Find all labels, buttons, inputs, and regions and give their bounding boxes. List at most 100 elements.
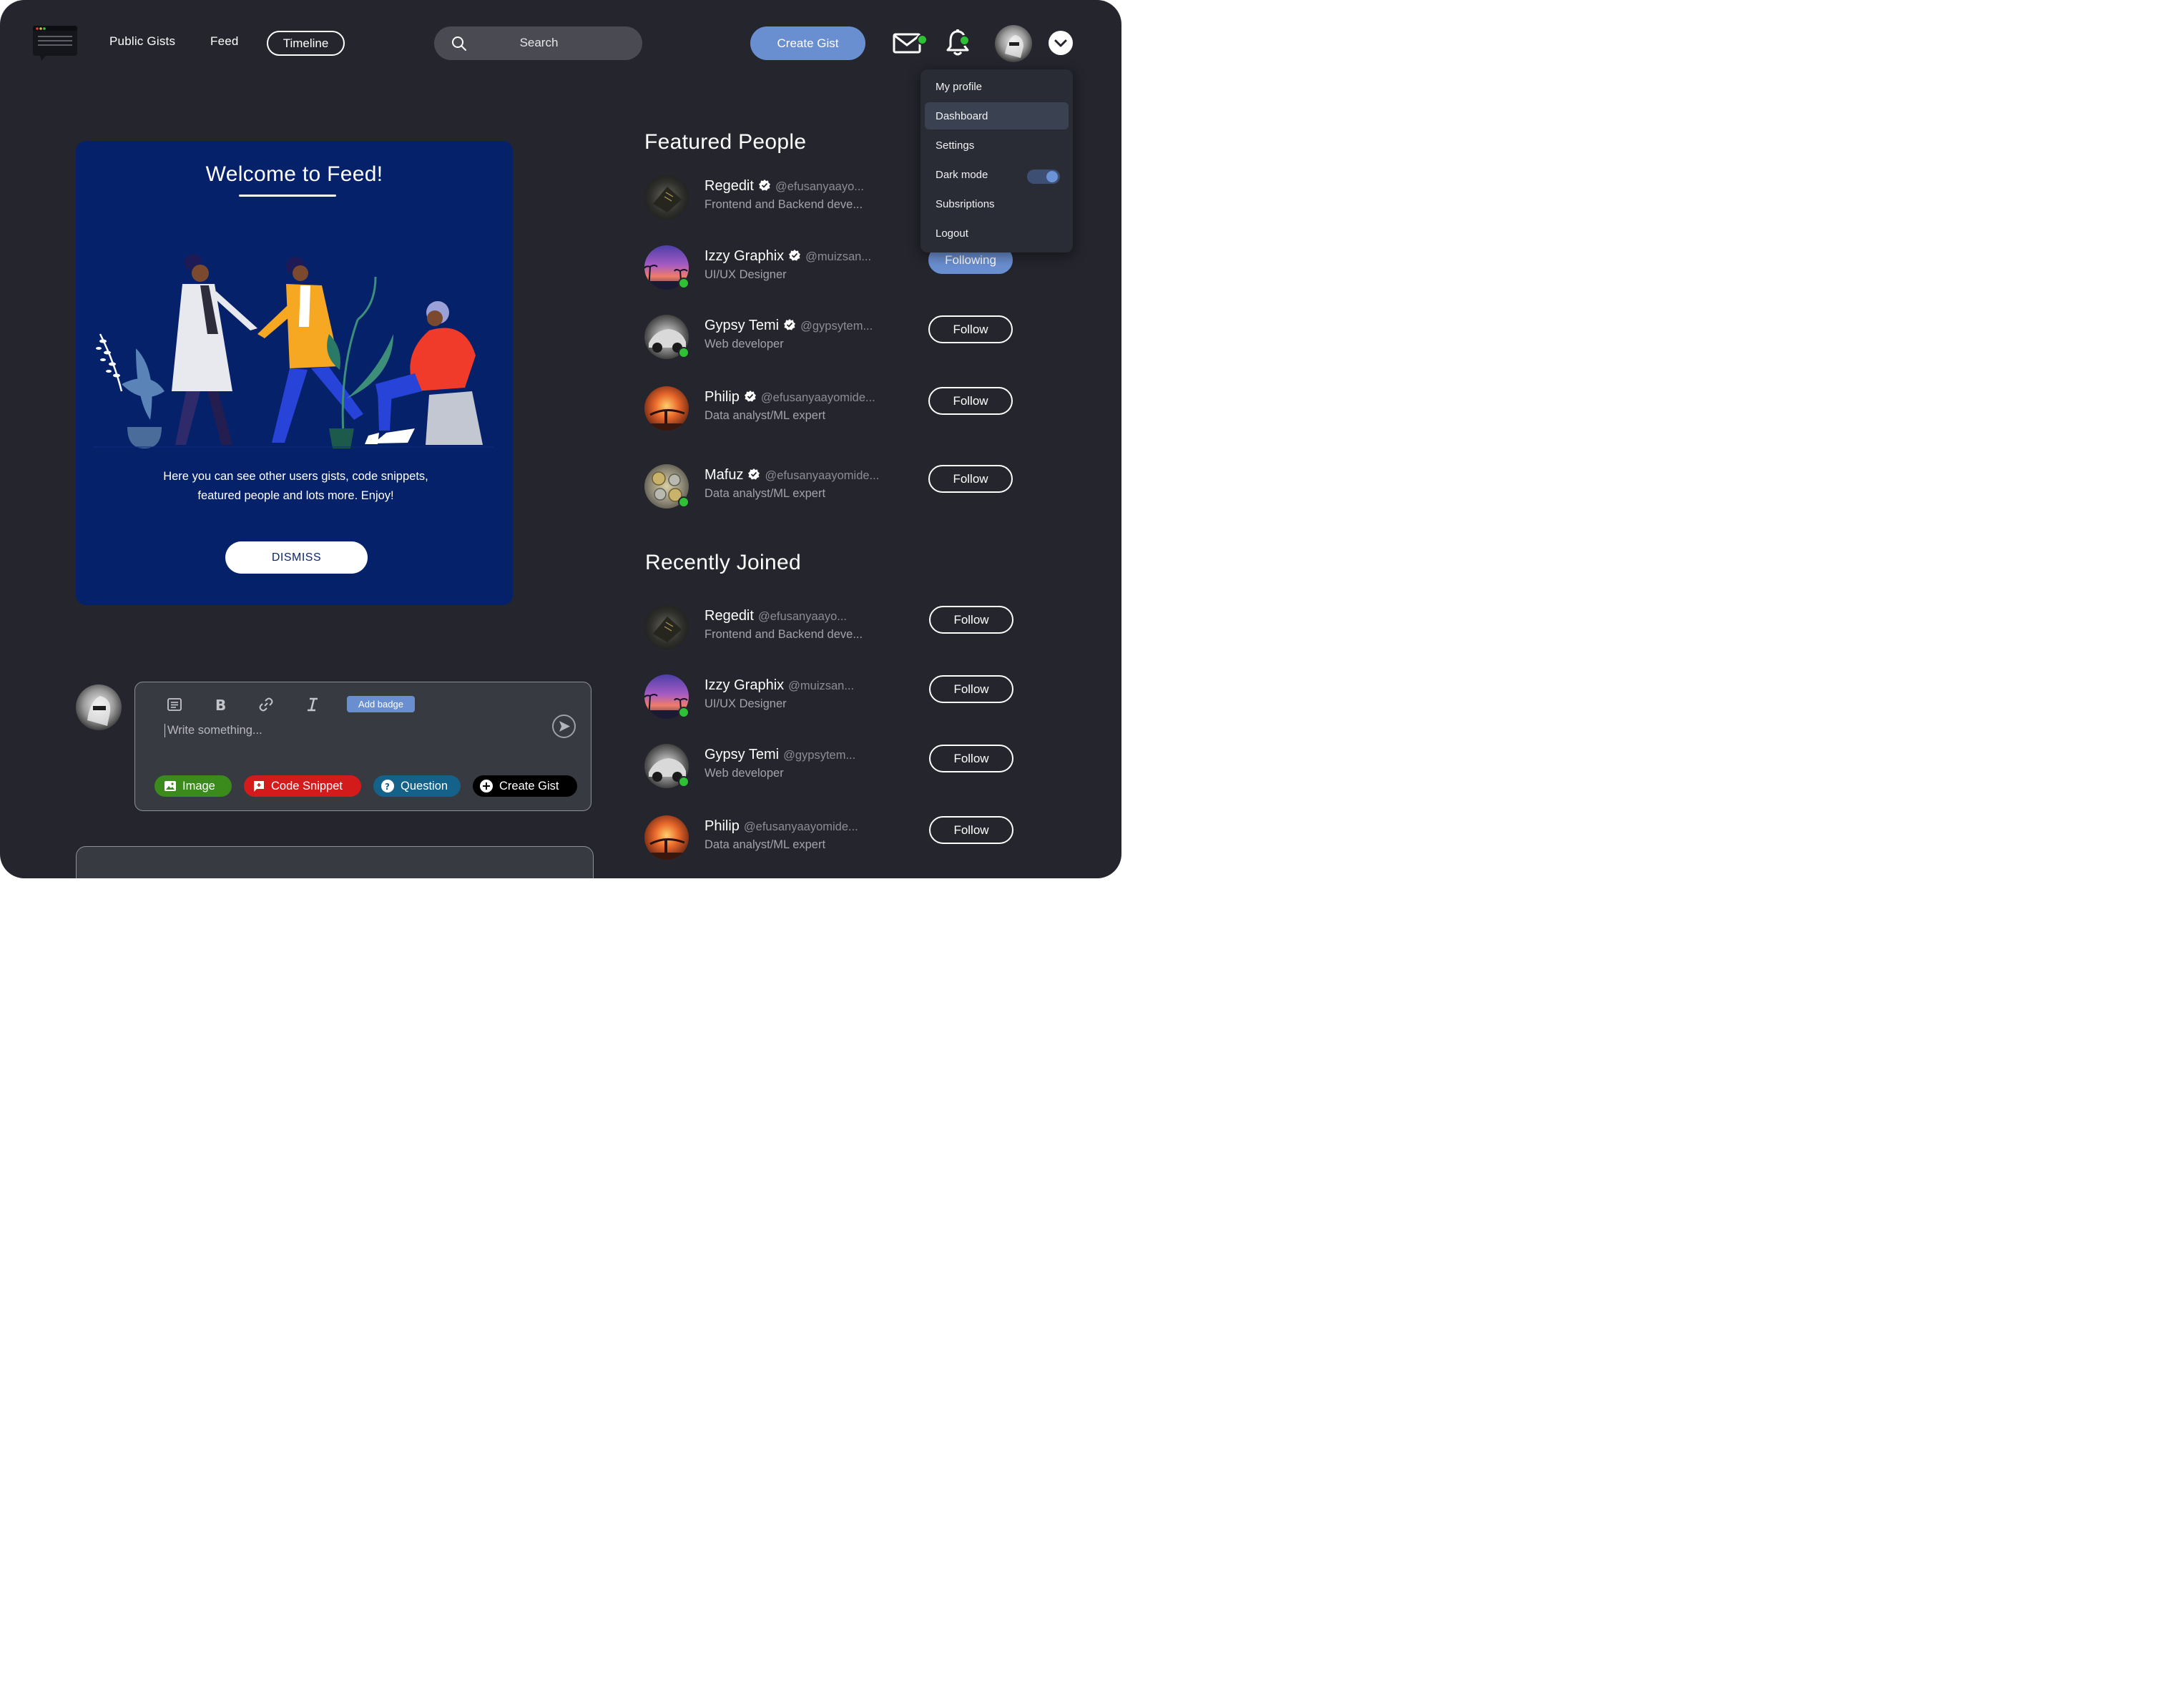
person-avatar[interactable] [644,175,689,220]
composer-avatar [76,684,122,731]
create-gist-chip[interactable]: Create Gist [473,775,578,797]
feed-post-card [76,846,594,879]
recent-person: Regedit @efusanyaayo... Frontend and Back… [644,605,1016,651]
dark-mode-toggle[interactable] [1027,170,1061,185]
code-snippet-chip[interactable]: Code Snippet [244,775,362,797]
follow-button[interactable]: Follow [928,315,1013,344]
person-name[interactable]: Izzy Graphix [704,677,784,693]
online-indicator [678,707,690,719]
app-logo[interactable] [33,24,78,62]
recent-person: Philip @efusanyaayomide... Data analyst/M… [644,815,1016,861]
verified-icon [748,468,760,480]
person-handle: @efusanyaayo... [775,180,865,194]
account-menu-toggle[interactable] [1049,31,1074,56]
follow-button[interactable]: Follow [928,387,1013,416]
italic-icon[interactable] [305,697,320,716]
featured-person: Mafuz @efusanyaayomide... Data analyst/ML… [644,464,1016,510]
person-role: Data analyst/ML expert [704,838,826,852]
add-badge-button[interactable]: Add badge [347,696,416,713]
link-icon[interactable] [258,697,274,716]
person-handle: @efusanyaayomide... [760,391,875,405]
notification-dot [959,35,971,46]
menu-dark-mode[interactable]: Dark mode [925,161,1069,188]
featured-people-title: Featured People [644,130,807,154]
people-illustration [93,254,494,449]
create-gist-button[interactable]: Create Gist [750,26,866,61]
question-chip[interactable]: ? Question [373,775,461,797]
send-button[interactable] [552,715,576,739]
person-name[interactable]: Gypsy Temi [704,318,779,333]
person-role: Web developer [704,338,784,351]
person-role: Frontend and Backend deve... [704,198,863,212]
person-handle: @gypsytem... [800,320,873,333]
svg-text:B: B [215,697,226,712]
follow-button[interactable]: Follow [929,745,1014,773]
person-role: Data analyst/ML expert [704,487,826,501]
recent-person: Izzy Graphix @muizsan... UI/UX Designer F… [644,674,1016,720]
follow-button[interactable]: Follow [929,606,1014,634]
verified-icon [744,391,756,402]
verified-icon [784,319,796,330]
search-input[interactable]: Search [434,26,643,61]
person-handle: @gypsytem... [783,749,856,762]
title-underline [239,195,337,197]
follow-button[interactable]: Follow [928,465,1013,494]
person-name[interactable]: Mafuz [704,467,743,483]
person-avatar[interactable] [644,386,689,431]
person-name[interactable]: Philip [704,818,740,834]
account-dropdown: My profile Dashboard Settings Dark mode … [920,69,1074,253]
code-snippet-chip-label: Code Snippet [271,779,343,792]
menu-subscriptions[interactable]: Subsriptions [925,190,1069,217]
image-icon [165,781,177,792]
person-handle: @efusanyaayomide... [765,469,880,483]
online-indicator [678,347,690,359]
post-input[interactable]: Write something... [165,724,262,738]
featured-person: Philip @efusanyaayomide... Data analyst/M… [644,386,1016,432]
person-role: UI/UX Designer [704,268,787,282]
chevron-down-icon [1054,39,1067,47]
bold-icon[interactable]: B [213,697,229,716]
search-placeholder: Search [519,36,559,50]
dark-mode-label: Dark mode [936,168,988,181]
send-icon [559,721,571,732]
person-role: UI/UX Designer [704,697,787,711]
person-avatar[interactable] [644,815,689,860]
plus-circle-icon [480,780,494,793]
person-name[interactable]: Izzy Graphix [704,248,784,264]
user-avatar[interactable] [995,25,1033,63]
online-indicator [678,496,690,509]
mail-button[interactable] [893,31,928,58]
menu-logout[interactable]: Logout [925,220,1069,247]
online-indicator [678,776,690,788]
verified-icon [789,250,801,261]
menu-settings[interactable]: Settings [925,132,1069,159]
person-handle: @muizsan... [788,679,855,693]
nav-feed[interactable]: Feed [210,34,239,49]
person-name[interactable]: Gypsy Temi [704,747,779,762]
recent-person: Gypsy Temi @gypsytem... Web developer Fol… [644,744,1016,790]
image-chip-label: Image [182,779,215,792]
menu-my-profile[interactable]: My profile [925,73,1069,100]
post-composer: B Add badge Write something... Image Cod… [134,682,592,812]
app-window: Public Gists Feed Timeline Search Create… [0,0,1122,879]
welcome-description: Here you can see other users gists, code… [163,470,428,503]
question-icon: ? [381,780,395,793]
nav-timeline[interactable]: Timeline [267,31,345,57]
paragraph-icon[interactable] [167,697,182,716]
dismiss-button[interactable]: DISMISS [225,541,368,574]
follow-button[interactable]: Follow [929,675,1014,704]
recently-joined-title: Recently Joined [645,551,801,575]
person-role: Frontend and Backend deve... [704,628,863,642]
person-handle: @efusanyaayo... [757,610,848,624]
notifications-button[interactable] [946,29,971,60]
person-avatar[interactable] [644,605,689,650]
nav-public-gists[interactable]: Public Gists [109,34,175,49]
person-name[interactable]: Regedit [704,178,754,194]
follow-button[interactable]: Follow [929,816,1014,845]
person-handle: @efusanyaayomide... [743,820,858,834]
person-name[interactable]: Regedit [704,608,754,624]
person-role: Data analyst/ML expert [704,409,826,423]
person-name[interactable]: Philip [704,389,740,405]
image-chip[interactable]: Image [154,775,232,797]
menu-dashboard[interactable]: Dashboard [925,102,1069,130]
